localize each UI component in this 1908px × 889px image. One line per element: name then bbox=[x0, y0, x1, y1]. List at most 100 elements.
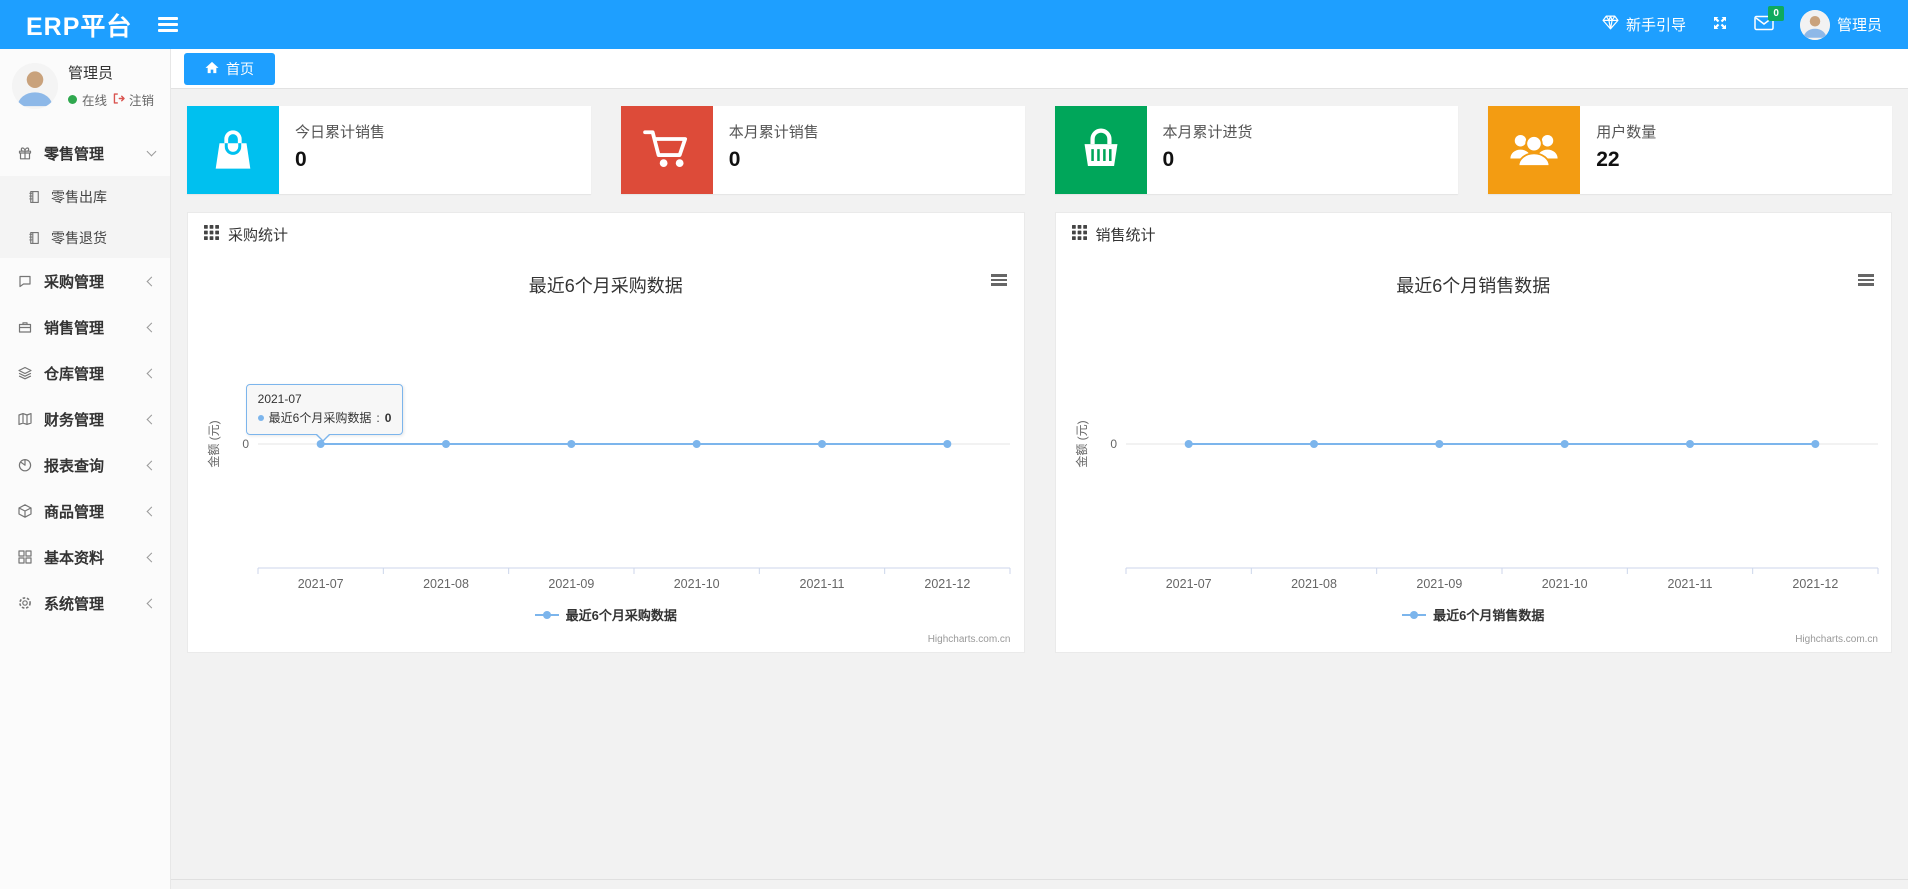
chevron-left-icon bbox=[146, 506, 157, 516]
basket-icon bbox=[1054, 106, 1147, 194]
svg-text:金额 (元): 金额 (元) bbox=[206, 420, 221, 467]
user-menu[interactable]: 管理员 bbox=[1799, 9, 1882, 40]
doc-icon bbox=[27, 189, 42, 205]
svg-text:2021-12: 2021-12 bbox=[924, 577, 970, 591]
sidebar-user-panel: 管理员 在线 注销 bbox=[0, 49, 170, 124]
legend-label: 最近6个月采购数据 bbox=[565, 608, 677, 623]
tooltip-series-dot bbox=[257, 414, 264, 421]
sidebar-item-reports[interactable]: 报表查询 bbox=[0, 442, 170, 488]
highcharts-chart: 最近6个月采购数据 最近6个月采购数据 Highcharts.com.cn 2021-… bbox=[188, 256, 1024, 652]
stat-card-1[interactable]: 本月累计销售 0 bbox=[620, 106, 1025, 194]
svg-text:2021-07: 2021-07 bbox=[298, 577, 344, 591]
stat-card-label: 本月累计销售 bbox=[728, 124, 819, 141]
sidebar-subitem-label: 零售退货 bbox=[51, 229, 107, 246]
svg-text:金额 (元): 金额 (元) bbox=[1074, 420, 1089, 467]
svg-text:2021-08: 2021-08 bbox=[1291, 577, 1337, 591]
home-icon bbox=[205, 61, 219, 77]
box-icon bbox=[17, 503, 34, 519]
sidebar-subitem-retail-out[interactable]: 零售出库 bbox=[0, 176, 170, 217]
sidebar-item-purchase[interactable]: 采购管理 bbox=[0, 258, 170, 304]
tab-home[interactable]: 首页 bbox=[184, 52, 275, 85]
stat-card-value: 22 bbox=[1596, 148, 1620, 171]
chart-legend[interactable]: 最近6个月销售数据 bbox=[1056, 605, 1892, 624]
panel-header: 采购统计 bbox=[188, 213, 1024, 256]
sidebar-item-label: 基本资料 bbox=[44, 549, 105, 567]
book-icon bbox=[17, 411, 34, 427]
chart-panels-row: 采购统计 最近6个月采购数据 最近6个月采购数据 Highcharts.com.cn 2… bbox=[187, 212, 1892, 653]
signout-icon bbox=[112, 92, 125, 108]
highcharts-credit[interactable]: Highcharts.com.cn bbox=[928, 634, 1011, 645]
stat-card-value: 0 bbox=[728, 148, 741, 171]
svg-text:0: 0 bbox=[242, 437, 249, 451]
messages-button[interactable]: 0 bbox=[1754, 5, 1784, 35]
chart-plot: 2021-07 2021-08 2021-09 2021-10 2021-11 2021-… bbox=[1074, 420, 1878, 591]
bubble-icon bbox=[17, 273, 34, 289]
sidebar-item-label: 采购管理 bbox=[44, 273, 105, 291]
chevron-left-icon bbox=[146, 368, 157, 378]
svg-text:2021-09: 2021-09 bbox=[1416, 577, 1462, 591]
logout-button[interactable]: 注销 bbox=[112, 90, 154, 109]
main-area: 首页 今日累计销售 0 本月累计销售 0 本月累计进货 0 用户数量 22 采购统计 最近6个月… bbox=[171, 0, 1908, 653]
fullscreen-icon bbox=[1712, 15, 1728, 35]
svg-text:2021-07: 2021-07 bbox=[1165, 577, 1211, 591]
stat-card-0[interactable]: 今日累计销售 0 bbox=[187, 106, 591, 194]
stat-card-2[interactable]: 本月累计进货 0 bbox=[1054, 106, 1459, 194]
logout-label: 注销 bbox=[129, 94, 155, 108]
sidebar-subitem-retail-return[interactable]: 零售退货 bbox=[0, 217, 170, 258]
sidebar-item-retail[interactable]: 零售管理 bbox=[0, 130, 170, 176]
stat-card-label: 今日累计销售 bbox=[295, 124, 386, 141]
chevron-left-icon bbox=[146, 552, 157, 562]
sidebar-item-warehouse[interactable]: 仓库管理 bbox=[0, 350, 170, 396]
top-header: ERP平台 新手引导 0 管理员 bbox=[0, 0, 1908, 49]
svg-text:2021-12: 2021-12 bbox=[1792, 577, 1838, 591]
th-grid-icon bbox=[204, 225, 219, 244]
sidebar-menu: 零售管理零售出库零售退货采购管理销售管理仓库管理财务管理报表查询 商品管理基本资料… bbox=[0, 130, 170, 626]
stat-card-label: 本月累计进货 bbox=[1162, 124, 1253, 141]
panel-header: 销售统计 bbox=[1056, 213, 1892, 256]
sidebar-item-goods[interactable]: 商品管理 bbox=[0, 488, 170, 534]
chevron-left-icon bbox=[146, 598, 157, 608]
user-name: 管理员 bbox=[1836, 17, 1882, 34]
panel-title: 采购统计 bbox=[228, 227, 289, 244]
sidebar-item-label: 销售管理 bbox=[44, 319, 105, 337]
guide-label: 新手引导 bbox=[1625, 17, 1686, 34]
svg-text:2021-10: 2021-10 bbox=[1541, 577, 1587, 591]
svg-text:2021-08: 2021-08 bbox=[423, 577, 469, 591]
legend-marker-icon bbox=[1402, 610, 1427, 619]
highcharts-credit[interactable]: Highcharts.com.cn bbox=[1795, 634, 1878, 645]
users-icon bbox=[1488, 106, 1581, 194]
sidebar-item-basic[interactable]: 基本资料 bbox=[0, 534, 170, 580]
legend-label: 最近6个月销售数据 bbox=[1433, 608, 1545, 623]
stat-card-value: 0 bbox=[1162, 148, 1175, 171]
tab-bar: 首页 bbox=[171, 49, 1908, 89]
stat-card-3[interactable]: 用户数量 22 bbox=[1488, 106, 1892, 194]
chevron-left-icon bbox=[146, 322, 157, 332]
th-grid-icon bbox=[1071, 225, 1087, 244]
guide-button[interactable]: 新手引导 bbox=[1602, 14, 1686, 35]
chart-panel-1: 销售统计 最近6个月销售数据 最近6个月销售数据 Highcharts.com.cn 2… bbox=[1054, 212, 1892, 653]
legend-marker-icon bbox=[534, 610, 559, 619]
briefcase-icon bbox=[17, 319, 34, 335]
brand-title: ERP平台 bbox=[26, 12, 133, 41]
user-avatar bbox=[1799, 9, 1830, 40]
shopping-cart-icon bbox=[620, 106, 713, 194]
sidebar-item-finance[interactable]: 财务管理 bbox=[0, 396, 170, 442]
sidebar-item-label: 仓库管理 bbox=[44, 365, 105, 383]
sidebar: 管理员 在线 注销 零售管理零售出库零售退货采购管理销售管理仓库管理财务管理报表… bbox=[0, 49, 171, 889]
highcharts-chart: 最近6个月销售数据 最近6个月销售数据 Highcharts.com.cn 2021-… bbox=[1056, 256, 1892, 652]
fullscreen-button[interactable] bbox=[1712, 15, 1728, 35]
sidebar-item-sales[interactable]: 销售管理 bbox=[0, 304, 170, 350]
sidebar-subitem-label: 零售出库 bbox=[51, 188, 107, 205]
sidebar-item-system[interactable]: 系统管理 bbox=[0, 580, 170, 626]
stat-cards-row: 今日累计销售 0 本月累计销售 0 本月累计进货 0 用户数量 22 bbox=[187, 106, 1892, 194]
chevron-left-icon bbox=[146, 414, 157, 424]
tooltip-value: 0 bbox=[384, 410, 392, 425]
chevron-left-icon bbox=[146, 276, 157, 286]
gift-icon bbox=[17, 145, 34, 161]
piechart-icon bbox=[17, 457, 34, 473]
online-status-dot bbox=[68, 95, 77, 104]
chart-legend[interactable]: 最近6个月采购数据 bbox=[188, 605, 1024, 624]
chevron-left-icon bbox=[146, 460, 157, 470]
sidebar-item-label: 财务管理 bbox=[44, 411, 105, 429]
menu-toggle-icon[interactable] bbox=[158, 14, 179, 35]
